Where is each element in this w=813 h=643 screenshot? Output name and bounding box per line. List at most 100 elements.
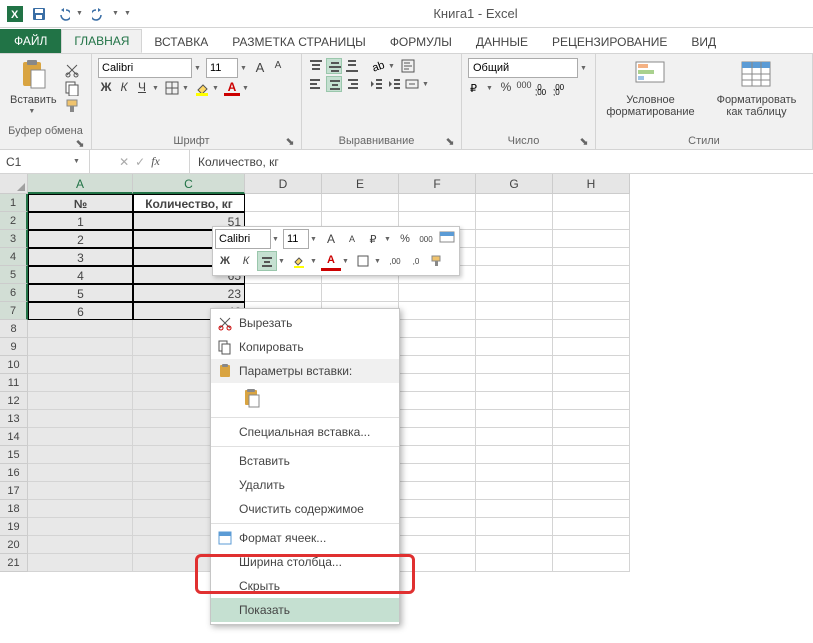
font-color-icon[interactable]: A (224, 80, 240, 96)
mini-increase-font[interactable]: A (321, 229, 341, 249)
mini-borders-icon[interactable] (353, 251, 373, 271)
cell[interactable]: Количество, кг (133, 194, 245, 212)
col-header-G[interactable]: G (476, 174, 553, 194)
cell[interactable] (476, 410, 553, 428)
decrease-font-icon[interactable]: A (270, 60, 286, 76)
row-header[interactable]: 3 (0, 230, 28, 248)
mini-percent[interactable]: % (395, 229, 415, 249)
cell[interactable] (399, 554, 476, 572)
row-header[interactable]: 19 (0, 518, 28, 536)
cell[interactable] (399, 482, 476, 500)
cell[interactable]: № (28, 194, 133, 212)
cell[interactable] (553, 284, 630, 302)
alignment-launcher[interactable]: ⬊ (445, 135, 455, 145)
cell[interactable] (399, 302, 476, 320)
row-header[interactable]: 13 (0, 410, 28, 428)
cell[interactable] (476, 194, 553, 212)
mini-italic[interactable]: К (236, 251, 256, 271)
cell[interactable] (28, 374, 133, 392)
col-header-F[interactable]: F (399, 174, 476, 194)
menu-paste-special[interactable]: Специальная вставка... (211, 420, 399, 444)
bold-button[interactable]: Ж (98, 80, 114, 96)
conditional-format-button[interactable]: Условное форматирование (602, 58, 699, 120)
cell[interactable] (553, 248, 630, 266)
font-name-select[interactable] (98, 58, 192, 78)
col-header-E[interactable]: E (322, 174, 399, 194)
cell[interactable] (399, 374, 476, 392)
cell[interactable] (553, 428, 630, 446)
cell[interactable] (476, 482, 553, 500)
cell[interactable] (553, 410, 630, 428)
decrease-indent-icon[interactable] (368, 76, 384, 92)
col-header-C[interactable]: C (133, 174, 245, 194)
cell[interactable] (553, 266, 630, 284)
name-box-dropdown[interactable]: ▼ (73, 158, 83, 165)
mini-inc-decimal[interactable]: ,00 (385, 251, 405, 271)
cell[interactable] (553, 464, 630, 482)
cell[interactable] (476, 338, 553, 356)
align-middle-icon[interactable] (326, 58, 342, 74)
cell[interactable] (28, 536, 133, 554)
cell[interactable] (476, 212, 553, 230)
cell[interactable] (476, 248, 553, 266)
number-format-select[interactable] (468, 58, 578, 78)
cell[interactable] (553, 482, 630, 500)
menu-clear[interactable]: Очистить содержимое (211, 497, 399, 521)
paste-button[interactable]: Вставить ▼ (6, 58, 61, 117)
wrap-text-icon[interactable] (400, 58, 416, 74)
cell[interactable] (553, 554, 630, 572)
mini-accounting-icon[interactable]: ₽ (363, 229, 383, 249)
cell[interactable] (476, 302, 553, 320)
cell[interactable] (553, 338, 630, 356)
col-header-H[interactable]: H (553, 174, 630, 194)
row-header[interactable]: 12 (0, 392, 28, 410)
cell[interactable] (553, 356, 630, 374)
cut-icon[interactable] (64, 62, 80, 78)
redo-dropdown[interactable]: ▼ (112, 10, 122, 17)
row-header[interactable]: 15 (0, 446, 28, 464)
font-size-select[interactable] (206, 58, 238, 78)
row-header[interactable]: 14 (0, 428, 28, 446)
mini-format-icon[interactable] (437, 229, 457, 249)
cell[interactable] (553, 320, 630, 338)
mini-font-color[interactable]: A (321, 251, 341, 271)
cell[interactable] (399, 284, 476, 302)
qat-customize[interactable]: ▼ (124, 10, 134, 17)
cell[interactable] (28, 392, 133, 410)
row-header[interactable]: 21 (0, 554, 28, 572)
row-header[interactable]: 6 (0, 284, 28, 302)
fill-color-icon[interactable] (194, 80, 210, 96)
increase-decimal-icon[interactable]: ,0,00 (534, 80, 550, 96)
mini-font-name[interactable] (215, 229, 271, 249)
cell[interactable] (28, 410, 133, 428)
redo-icon[interactable] (88, 3, 110, 25)
tab-formulas[interactable]: ФОРМУЛЫ (378, 31, 464, 53)
mini-fill-color[interactable] (289, 251, 309, 271)
row-header[interactable]: 16 (0, 464, 28, 482)
cell[interactable] (553, 446, 630, 464)
align-right-icon[interactable] (344, 76, 360, 92)
cell[interactable] (399, 194, 476, 212)
mini-align-center[interactable] (257, 251, 277, 271)
tab-insert[interactable]: ВСТАВКА (142, 31, 220, 53)
cell[interactable]: 6 (28, 302, 133, 320)
cell[interactable] (476, 446, 553, 464)
cell[interactable] (245, 194, 322, 212)
cell[interactable] (476, 464, 553, 482)
cell[interactable]: 23 (133, 284, 245, 302)
tab-view[interactable]: ВИД (679, 31, 728, 53)
cell[interactable] (399, 464, 476, 482)
tab-review[interactable]: РЕЦЕНЗИРОВАНИЕ (540, 31, 679, 53)
fx-icon[interactable]: fx (151, 154, 160, 169)
cell[interactable] (553, 392, 630, 410)
accounting-icon[interactable]: ₽ (468, 80, 484, 96)
cell[interactable] (476, 500, 553, 518)
menu-delete[interactable]: Удалить (211, 473, 399, 497)
tab-file[interactable]: ФАЙЛ (0, 29, 61, 53)
row-header[interactable]: 11 (0, 374, 28, 392)
cell[interactable] (245, 284, 322, 302)
formula-input[interactable]: Количество, кг (190, 155, 813, 169)
mini-thousands[interactable]: 000 (416, 229, 436, 249)
menu-hide[interactable]: Скрыть (211, 574, 399, 598)
paste-dropdown[interactable]: ▼ (28, 108, 38, 115)
